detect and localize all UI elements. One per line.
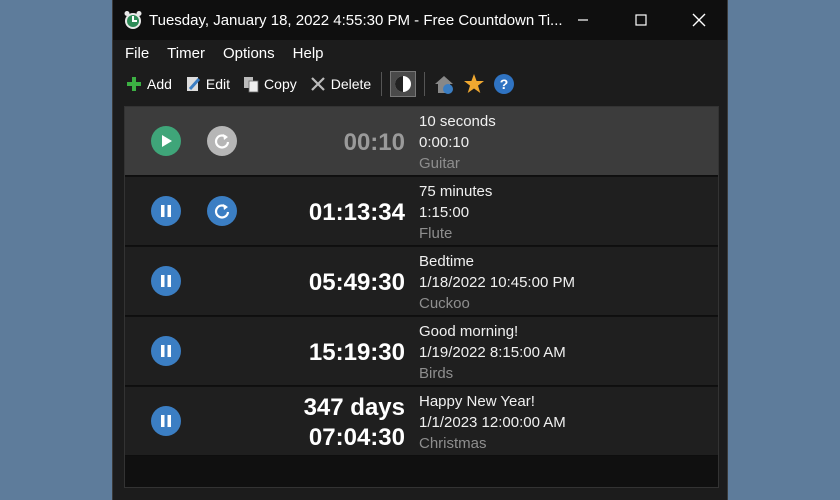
timer-row[interactable]: 15:19:30 Good morning! 1/19/2022 8:15:00… (125, 317, 718, 386)
menu-options[interactable]: Options (217, 45, 281, 62)
minimize-button[interactable] (554, 0, 612, 40)
countdown-clock: 07:04:30 (308, 424, 405, 451)
toolbar-separator (381, 72, 383, 96)
timer-name: Good morning! (419, 323, 519, 340)
reset-button[interactable] (207, 126, 237, 156)
countdown-time: 347 days 07:04:30 (304, 393, 405, 453)
timer-target: 1:15:00 (419, 204, 470, 221)
timer-row[interactable]: 05:49:30 Bedtime 1/18/2022 10:45:00 PM C… (125, 247, 718, 316)
delete-label: Delete (330, 76, 372, 92)
timer-row[interactable]: 00:10 10 seconds 0:00:10 Guitar (125, 107, 718, 176)
timer-target: 1/18/2022 10:45:00 PM (419, 274, 575, 291)
contrast-icon (395, 76, 412, 92)
delete-button[interactable]: Delete (309, 75, 371, 93)
edit-label: Edit (205, 76, 231, 92)
toolbar-separator (424, 72, 426, 96)
pause-icon (161, 275, 171, 287)
timer-target: 1/19/2022 8:15:00 AM (419, 344, 566, 361)
add-button[interactable]: Add (125, 75, 172, 93)
timer-info: 10 seconds 0:00:10 Guitar (419, 111, 496, 174)
close-button[interactable] (670, 0, 728, 40)
plus-icon (127, 77, 141, 91)
home-button[interactable] (433, 73, 455, 95)
toolbar: Add Edit Copy Delete ? (113, 67, 727, 101)
timer-info: Bedtime 1/18/2022 10:45:00 PM Cuckoo (419, 251, 575, 314)
maximize-icon (635, 14, 647, 26)
countdown-days: 347 days (303, 394, 405, 421)
timer-sound: Birds (419, 365, 454, 382)
menu-bar: File Timer Options Help (113, 40, 727, 67)
app-window: Tuesday, January 18, 2022 4:55:30 PM - F… (112, 0, 728, 500)
countdown-time: 00:10 (343, 129, 405, 156)
add-label: Add (147, 76, 172, 92)
pause-icon (161, 415, 171, 427)
timer-info: Good morning! 1/19/2022 8:15:00 AM Birds (419, 321, 566, 384)
timer-name: Bedtime (419, 253, 475, 270)
pause-button[interactable] (151, 266, 181, 296)
minimize-icon (578, 19, 588, 21)
timer-name: 75 minutes (419, 183, 493, 200)
pause-icon (161, 205, 171, 217)
reset-icon (214, 134, 230, 149)
home-globe-icon (435, 76, 454, 94)
reset-icon (214, 204, 230, 219)
play-button[interactable] (151, 126, 181, 156)
timer-sound: Flute (419, 225, 453, 242)
pause-button[interactable] (151, 336, 181, 366)
play-icon (162, 135, 172, 147)
theme-toggle-button[interactable] (390, 71, 417, 97)
edit-button[interactable]: Edit (184, 75, 230, 93)
window-title: Tuesday, January 18, 2022 4:55:30 PM - F… (149, 11, 563, 29)
timer-info: Happy New Year! 1/1/2023 12:00:00 AM Chr… (419, 391, 566, 454)
maximize-button[interactable] (612, 0, 670, 40)
reset-button[interactable] (207, 196, 237, 226)
timer-target: 1/1/2023 12:00:00 AM (419, 414, 566, 431)
help-button[interactable]: ? (493, 73, 515, 95)
menu-help[interactable]: Help (287, 45, 330, 62)
timer-row[interactable]: 347 days 07:04:30 Happy New Year! 1/1/20… (125, 387, 718, 456)
menu-timer[interactable]: Timer (161, 45, 211, 62)
menu-file[interactable]: File (119, 45, 155, 62)
timer-sound: Guitar (419, 155, 460, 172)
star-icon (464, 74, 485, 93)
close-icon (692, 13, 706, 27)
timer-row[interactable]: 01:13:34 75 minutes 1:15:00 Flute (125, 177, 718, 246)
timer-sound: Christmas (419, 435, 487, 452)
copy-button[interactable]: Copy (242, 75, 297, 93)
title-bar[interactable]: Tuesday, January 18, 2022 4:55:30 PM - F… (113, 0, 727, 40)
timer-target: 0:00:10 (419, 134, 470, 151)
svg-text:?: ? (500, 76, 509, 92)
timer-sound: Cuckoo (419, 295, 470, 312)
app-clock-icon (124, 11, 142, 29)
copy-icon (244, 77, 259, 93)
edit-icon (186, 77, 201, 91)
timer-name: Happy New Year! (419, 393, 535, 410)
favorite-button[interactable] (463, 73, 485, 95)
countdown-time: 05:49:30 (308, 269, 405, 296)
countdown-time: 15:19:30 (308, 339, 405, 366)
delete-icon (310, 77, 325, 91)
help-icon: ? (494, 74, 515, 94)
timer-name: 10 seconds (419, 113, 496, 130)
countdown-time: 01:13:34 (308, 199, 405, 226)
copy-label: Copy (264, 76, 297, 92)
pause-icon (161, 345, 171, 357)
pause-button[interactable] (151, 196, 181, 226)
timer-list: 00:10 10 seconds 0:00:10 Guitar 01:13:34… (124, 106, 719, 488)
pause-button[interactable] (151, 406, 181, 436)
timer-info: 75 minutes 1:15:00 Flute (419, 181, 492, 244)
